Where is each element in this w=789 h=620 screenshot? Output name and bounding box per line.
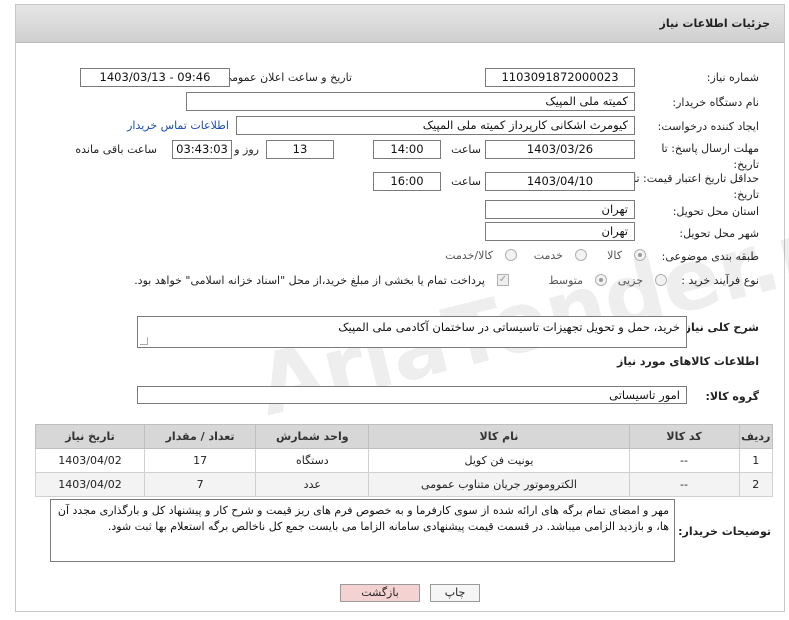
description-field[interactable]: خرید، حمل و تحویل تجهیزات تاسیساتی در سا… (137, 316, 687, 348)
buyer-notes-field[interactable]: مهر و امضای تمام برگه های ارائه شده از س… (50, 499, 675, 562)
resize-handle-icon[interactable] (140, 337, 148, 345)
print-button[interactable]: چاپ (430, 584, 480, 602)
table-cell: 1 (738, 448, 774, 473)
remaining-time-field[interactable]: 03:43:03 (172, 140, 232, 159)
column-header: واحد شمارش (255, 424, 370, 449)
table-cell: 7 (144, 472, 257, 497)
buyer-contact-link[interactable]: اطلاعات تماس خریدار (127, 119, 229, 132)
category-option-service: خدمت (533, 249, 563, 262)
table-cell: 1403/04/02 (34, 448, 146, 473)
buyer-notes-label: توضیحات خریدار: (678, 525, 771, 538)
column-header: تاریخ نیاز (34, 424, 146, 449)
need-number-label: شماره نیاز: (706, 71, 759, 84)
category-label: طبقه بندی موضوعی: (661, 250, 759, 263)
deadline-time-label: ساعت (451, 143, 481, 156)
category-option-goods-service: کالا/خدمت (445, 249, 493, 262)
announce-field[interactable]: 1403/03/13 - 09:46 (80, 68, 230, 87)
column-header: ردیف (738, 424, 774, 449)
buyer-org-field[interactable]: کمیته ملی المپیک (186, 92, 635, 111)
announce-label: تاریخ و ساعت اعلان عمومی: (219, 71, 352, 84)
table-cell: 2 (738, 472, 774, 497)
category-option-goods: کالا (607, 249, 622, 262)
table-cell: 17 (144, 448, 257, 473)
validity-time-label: ساعت (451, 175, 481, 188)
treasury-note: پرداخت تمام یا بخشی از مبلغ خرید،از محل … (134, 274, 485, 287)
validity-time-field[interactable]: 16:00 (373, 172, 441, 191)
remaining-label: ساعت باقی مانده (75, 143, 157, 156)
deadline-days-field[interactable]: 13 (266, 140, 334, 159)
column-header: تعداد / مقدار (144, 424, 257, 449)
column-header: نام کالا (368, 424, 630, 449)
process-option-medium: متوسط (548, 274, 583, 287)
province-field[interactable]: تهران (485, 200, 635, 219)
validity-date-field[interactable]: 1403/04/10 (485, 172, 635, 191)
back-button[interactable]: بازگشت (340, 584, 420, 602)
buyer-org-label: نام دستگاه خریدار: (672, 96, 759, 109)
table-cell: الکتروموتور جریان متناوب عمومی (368, 472, 630, 497)
requester-field[interactable]: کیومرث اشکانی کارپرداز کمیته ملی المپیک (236, 116, 635, 135)
city-field[interactable]: تهران (485, 222, 635, 241)
city-label: شهر محل تحویل: (679, 227, 759, 240)
process-option-minor: جزیی (617, 274, 643, 287)
description-label: شرح کلی نیاز: (680, 321, 759, 334)
treasury-checkbox[interactable]: ✓ (497, 274, 509, 286)
category-radio-service[interactable] (575, 249, 587, 261)
deadline-days-label: روز و (234, 143, 259, 156)
column-header: کد کالا (628, 424, 740, 449)
panel-header: جزئیات اطلاعات نیاز (16, 5, 784, 43)
table-cell: -- (628, 472, 740, 497)
goods-group-field[interactable]: امور تاسیساتی (137, 386, 687, 404)
category-radio-goods-service[interactable] (505, 249, 517, 261)
table-cell: -- (628, 448, 740, 473)
deadline-date-field[interactable]: 1403/03/26 (485, 140, 635, 159)
items-section-title: اطلاعات کالاهای مورد نیاز (617, 355, 759, 368)
goods-group-label: گروه کالا: (705, 390, 759, 403)
process-radio-minor[interactable] (655, 274, 667, 286)
province-label: استان محل تحویل: (672, 205, 759, 218)
table-header-row: ردیف کد کالا نام کالا واحد شمارش تعداد /… (34, 424, 774, 449)
need-number-field[interactable]: 1103091872000023 (485, 68, 635, 87)
table-row[interactable]: 1 -- یونیت فن کویل دستگاه 17 1403/04/02 (34, 448, 774, 473)
panel-title: جزئیات اطلاعات نیاز (659, 17, 771, 30)
table-cell: یونیت فن کویل (368, 448, 630, 473)
table-cell: دستگاه (255, 448, 370, 473)
validity-label: حداقل تاریخ اعتبار قیمت: تا تاریخ: (633, 172, 759, 201)
table-cell: عدد (255, 472, 370, 497)
deadline-label: مهلت ارسال پاسخ: تا تاریخ: (661, 142, 759, 171)
items-table: ردیف کد کالا نام کالا واحد شمارش تعداد /… (34, 424, 774, 497)
process-label: نوع فرآیند خرید : (681, 274, 759, 287)
table-row[interactable]: 2 -- الکتروموتور جریان متناوب عمومی عدد … (34, 472, 774, 497)
process-radio-medium[interactable] (595, 274, 607, 286)
requester-label: ایجاد کننده درخواست: (657, 120, 759, 133)
table-cell: 1403/04/02 (34, 472, 146, 497)
deadline-time-field[interactable]: 14:00 (373, 140, 441, 159)
category-radio-goods[interactable] (634, 249, 646, 261)
